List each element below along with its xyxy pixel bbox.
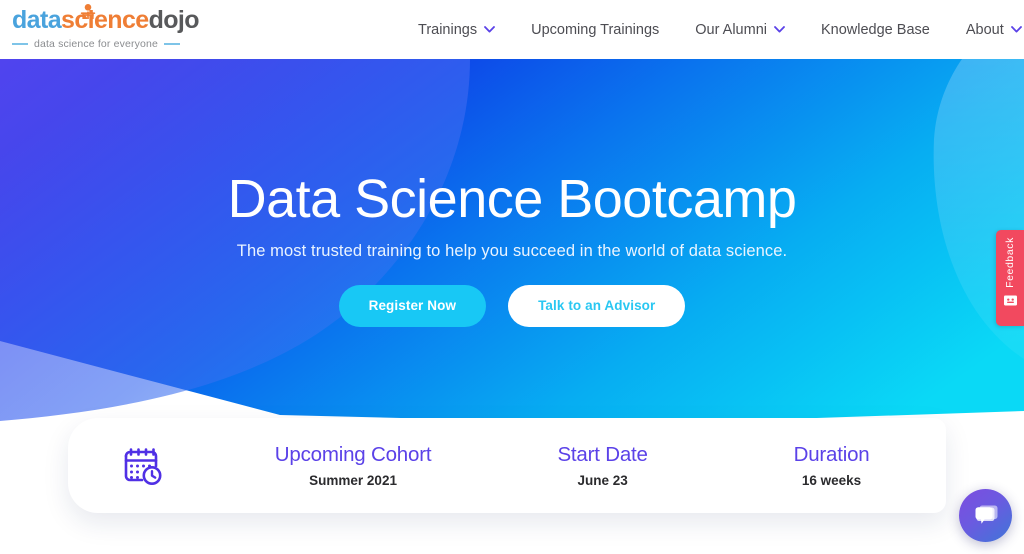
- logo-text-data: data: [12, 6, 62, 34]
- logo-text-dojo: dojo: [148, 6, 200, 34]
- nav-item-upcoming-trainings[interactable]: Upcoming Trainings: [513, 22, 677, 38]
- chat-widget-button[interactable]: [959, 489, 1012, 542]
- nav-label-knowledge-base: Knowledge Base: [821, 21, 930, 38]
- logo-torii-person-icon: [80, 4, 96, 19]
- nav-label-our-alumni: Our Alumni: [695, 21, 767, 38]
- logo-tagline: data science for everyone: [34, 38, 158, 50]
- logo-tagline-row: data science for everyone: [12, 38, 188, 50]
- tagline-dash-left: [12, 43, 28, 45]
- register-now-button[interactable]: Register Now: [338, 284, 487, 327]
- info-column-duration: Duration 16 weeks: [717, 443, 946, 488]
- chevron-down-icon: [774, 26, 785, 33]
- chevron-down-icon: [484, 26, 496, 33]
- logo-text-science: science: [61, 6, 149, 34]
- talk-to-advisor-button[interactable]: Talk to an Advisor: [508, 284, 686, 327]
- calendar-clock-icon: [124, 447, 162, 485]
- info-column-start-date: Start Date June 23: [488, 443, 717, 488]
- logo-wordmark: datasciencedojo: [12, 6, 200, 35]
- info-label-duration: Duration: [793, 443, 870, 466]
- hero-cta-group: Register Now Talk to an Advisor: [338, 284, 686, 327]
- tagline-dash-right: [164, 43, 180, 45]
- site-header: datasciencedojo data science for everyon…: [0, 0, 1024, 59]
- feedback-tab-label: Feedback: [1004, 237, 1016, 288]
- info-value-duration: 16 weeks: [801, 473, 862, 488]
- nav-label-about: About: [965, 21, 1004, 38]
- page-root: datasciencedojo data science for everyon…: [0, 0, 1024, 554]
- nav-label-upcoming-trainings: Upcoming Trainings: [531, 21, 660, 38]
- nav-item-our-alumni[interactable]: Our Alumni: [677, 22, 803, 38]
- chat-bubbles-icon: [975, 505, 997, 524]
- hero-banner: Data Science Bootcamp The most trusted t…: [0, 59, 1024, 424]
- cohort-icon-wrap: [68, 445, 218, 487]
- hero-background-graphic: [0, 59, 1024, 424]
- chevron-down-icon: [1010, 26, 1022, 33]
- nav-item-about[interactable]: About: [948, 22, 1024, 38]
- info-label-upcoming-cohort: Upcoming Cohort: [274, 443, 432, 466]
- info-label-start-date: Start Date: [557, 443, 648, 466]
- info-column-upcoming-cohort: Upcoming Cohort Summer 2021: [218, 443, 488, 488]
- nav-label-trainings: Trainings: [418, 21, 478, 38]
- nav-item-knowledge-base[interactable]: Knowledge Base: [803, 22, 948, 38]
- cohort-info-card: Upcoming Cohort Summer 2021 Start Date J…: [68, 418, 946, 513]
- site-logo[interactable]: datasciencedojo data science for everyon…: [8, 4, 200, 53]
- nav-item-trainings[interactable]: Trainings: [400, 22, 513, 38]
- feedback-tab[interactable]: Feedback: [996, 230, 1024, 326]
- info-value-start-date: June 23: [577, 473, 628, 488]
- main-navigation: Trainings Upcoming Trainings Our Alumni …: [400, 0, 1024, 59]
- cohort-columns: Upcoming Cohort Summer 2021 Start Date J…: [218, 443, 946, 488]
- info-value-upcoming-cohort: Summer 2021: [309, 473, 397, 488]
- feedback-smiley-icon: [1003, 295, 1017, 306]
